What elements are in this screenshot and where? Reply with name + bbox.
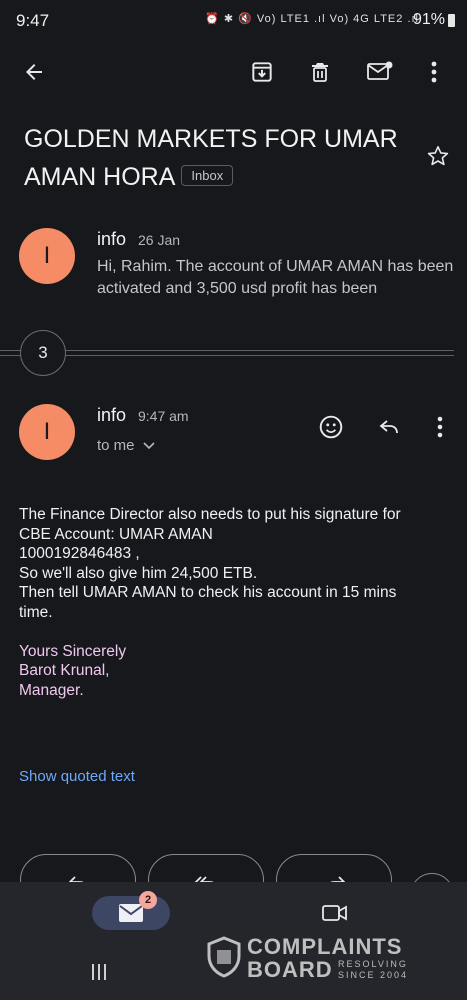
recents-bar [104,964,106,980]
mark-unread-icon[interactable] [363,56,397,88]
inbox-label-chip[interactable]: Inbox [181,164,234,186]
status-time: 9:47 [16,11,50,30]
message-date: 26 Jan [138,232,181,248]
collapsed-divider [0,350,454,356]
battery-percent: 91% [412,11,445,28]
recent-apps-button[interactable] [92,964,112,982]
signature-line: Manager. [19,681,84,699]
message-more-icon[interactable] [428,412,452,442]
sender-avatar[interactable]: I [19,228,75,284]
body-line: 1000192846483 , [19,545,140,562]
watermark-title-2: BOARD [247,957,333,982]
mail-tab[interactable] [92,896,170,930]
more-vert-icon[interactable] [422,56,446,88]
body-line: time. [19,603,53,621]
chevron-down-icon [142,441,155,449]
message-body: The Finance Director also needs to put h… [19,505,459,700]
signature-line: Barot Krunal, [19,662,110,679]
body-line [19,622,459,642]
watermark-tagline-2: SINCE 2004 [338,970,409,980]
star-icon[interactable] [424,142,452,170]
signature-line: Yours Sincerely [19,642,127,660]
recipient-text: to me [97,437,135,454]
mail-unread-badge: 2 [139,891,157,909]
body-line: The Finance Director also needs to put h… [19,506,401,523]
back-arrow-icon[interactable] [18,56,50,88]
recents-bar [98,964,100,980]
recipient-details-toggle[interactable]: to me [97,437,155,454]
sender-name: info [97,229,127,249]
body-line: So we'll also give him 24,500 ETB. [19,564,258,582]
watermark-tagline: RESOLVING [338,959,408,969]
video-camera-icon[interactable] [320,900,350,926]
reply-icon[interactable] [374,412,404,442]
sender-avatar-expanded[interactable]: I [19,404,75,460]
status-icons: ⏰ ✱ 🔇 Vo) LTE1 .ıl Vo) 4G LTE2 .ıl [205,13,419,25]
status-bar: 9:47 ⏰ ✱ 🔇 Vo) LTE1 .ıl Vo) 4G LTE2 .ıl … [0,0,467,40]
message-time: 9:47 am [138,408,189,424]
message-snippet[interactable]: Hi, Rahim. The account of UMAR AMAN has … [97,256,457,300]
battery-icon [448,14,455,27]
sender-name-expanded: info [97,405,127,425]
archive-icon[interactable] [246,56,278,88]
body-line: CBE Account: UMAR AMAN [19,525,213,543]
shield-logo-icon [207,936,241,978]
show-quoted-text-link[interactable]: Show quoted text [19,768,135,785]
thread-subject: GOLDEN MARKETS FOR UMAR AMAN HORA Inbox [24,120,404,196]
mail-icon [119,904,143,922]
emoji-reaction-icon[interactable] [316,412,346,442]
complaints-board-watermark: COMPLAINTS BOARD RESOLVING SINCE 2004 [205,934,425,984]
body-line: Then tell UMAR AMAN to check his account… [19,584,397,601]
trash-icon[interactable] [304,56,336,88]
collapsed-count-button[interactable]: 3 [20,330,66,376]
recents-bar [92,964,94,980]
